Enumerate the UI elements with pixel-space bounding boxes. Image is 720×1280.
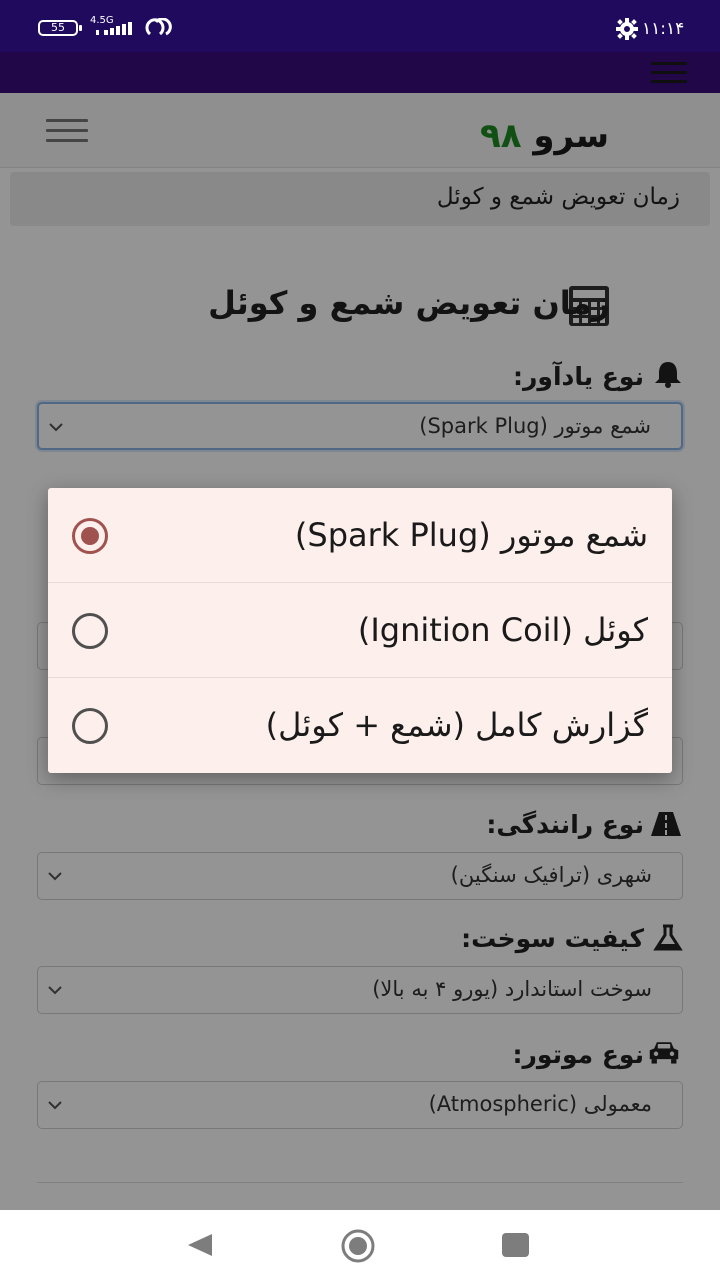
back-icon[interactable] bbox=[186, 1232, 214, 1258]
battery-icon: 55 bbox=[38, 20, 82, 36]
dialog-option-full-report[interactable]: گزارش کامل (شمع + کوئل) bbox=[48, 678, 672, 772]
option-label: شمع موتور (Spark Plug) bbox=[294, 516, 648, 554]
radio-unselected-icon[interactable] bbox=[72, 708, 108, 744]
home-icon[interactable] bbox=[340, 1228, 376, 1264]
option-label: گزارش کامل (شمع + کوئل) bbox=[265, 706, 648, 744]
recents-icon[interactable] bbox=[502, 1233, 529, 1257]
dialog-option-spark-plug[interactable]: شمع موتور (Spark Plug) bbox=[48, 488, 672, 583]
dialog-option-ignition-coil[interactable]: کوئل (Ignition Coil) bbox=[48, 583, 672, 678]
option-label: کوئل (Ignition Coil) bbox=[357, 611, 648, 649]
reminder-type-dialog: شمع موتور (Spark Plug) کوئل (Ignition Co… bbox=[48, 488, 672, 773]
status-bar: 55 4.5G ۱۱:۱۴ bbox=[0, 0, 720, 52]
settings-gear-icon bbox=[616, 18, 638, 40]
clock: ۱۱:۱۴ bbox=[642, 19, 685, 39]
signal-icon bbox=[96, 22, 132, 35]
radio-selected-icon[interactable] bbox=[72, 518, 108, 554]
navigation-bar bbox=[0, 1210, 720, 1280]
hotspot-icon bbox=[145, 18, 172, 36]
radio-unselected-icon[interactable] bbox=[72, 613, 108, 649]
